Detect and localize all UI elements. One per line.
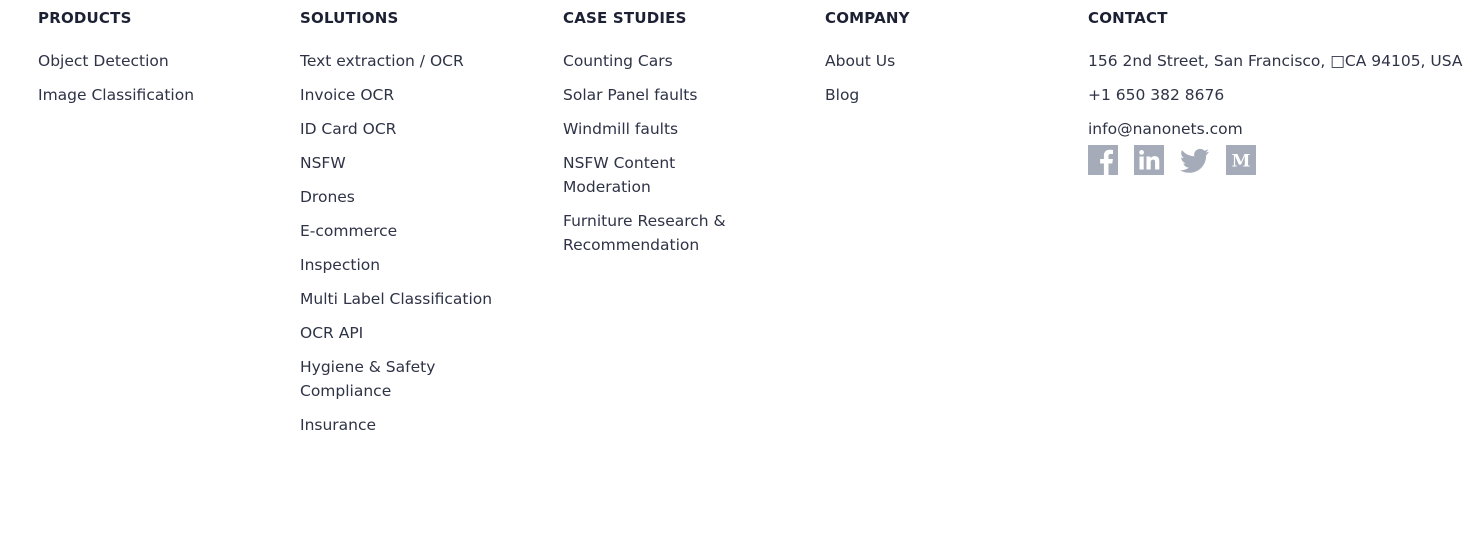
link-hygiene-safety-compliance[interactable]: Hygiene & Safety Compliance [300, 355, 460, 403]
twitter-icon[interactable] [1180, 145, 1210, 175]
products-link-list: Object Detection Image Classification [38, 49, 278, 107]
column-heading-contact: CONTACT [1088, 9, 1168, 27]
footer-column-products: PRODUCTS Object Detection Image Classifi… [38, 9, 278, 117]
link-solar-panel-faults[interactable]: Solar Panel faults [563, 83, 697, 107]
solutions-link-list: Text extraction / OCR Invoice OCR ID Car… [300, 49, 540, 437]
link-object-detection[interactable]: Object Detection [38, 49, 169, 73]
contact-email[interactable]: info@nanonets.com [1088, 117, 1473, 141]
social-links: M [1088, 145, 1473, 175]
case-studies-link-list: Counting Cars Solar Panel faults Windmil… [563, 49, 763, 257]
link-text-extraction-ocr[interactable]: Text extraction / OCR [300, 49, 464, 73]
column-heading-products: PRODUCTS [38, 9, 132, 27]
link-ocr-api[interactable]: OCR API [300, 321, 363, 345]
link-blog[interactable]: Blog [825, 83, 859, 107]
contact-phone[interactable]: +1 650 382 8676 [1088, 83, 1473, 107]
company-link-list: About Us Blog [825, 49, 1065, 107]
footer-column-case-studies: CASE STUDIES Counting Cars Solar Panel f… [563, 9, 763, 267]
column-heading-case-studies: CASE STUDIES [563, 9, 687, 27]
link-about-us[interactable]: About Us [825, 49, 895, 73]
link-furniture-research-recommendation[interactable]: Furniture Research & Recommendation [563, 209, 743, 257]
link-invoice-ocr[interactable]: Invoice OCR [300, 83, 394, 107]
link-image-classification[interactable]: Image Classification [38, 83, 194, 107]
column-heading-company: COMPANY [825, 9, 910, 27]
column-heading-solutions: SOLUTIONS [300, 9, 399, 27]
footer-column-solutions: SOLUTIONS Text extraction / OCR Invoice … [300, 9, 540, 447]
medium-icon[interactable]: M [1226, 145, 1256, 175]
link-nsfw-content-moderation[interactable]: NSFW Content Moderation [563, 151, 698, 199]
link-e-commerce[interactable]: E-commerce [300, 219, 397, 243]
link-drones[interactable]: Drones [300, 185, 355, 209]
link-inspection[interactable]: Inspection [300, 253, 380, 277]
facebook-icon[interactable] [1088, 145, 1118, 175]
linkedin-icon[interactable] [1134, 145, 1164, 175]
link-nsfw[interactable]: NSFW [300, 151, 346, 175]
footer-column-company: COMPANY About Us Blog [825, 9, 1065, 117]
link-counting-cars[interactable]: Counting Cars [563, 49, 673, 73]
link-windmill-faults[interactable]: Windmill faults [563, 117, 678, 141]
contact-address: 156 2nd Street, San Francisco, □CA 94105… [1088, 52, 1463, 70]
footer-column-contact: CONTACT 156 2nd Street, San Francisco, □… [1088, 9, 1473, 175]
link-insurance[interactable]: Insurance [300, 413, 376, 437]
link-multi-label-classification[interactable]: Multi Label Classification [300, 287, 492, 311]
svg-text:M: M [1232, 152, 1251, 172]
link-id-card-ocr[interactable]: ID Card OCR [300, 117, 396, 141]
